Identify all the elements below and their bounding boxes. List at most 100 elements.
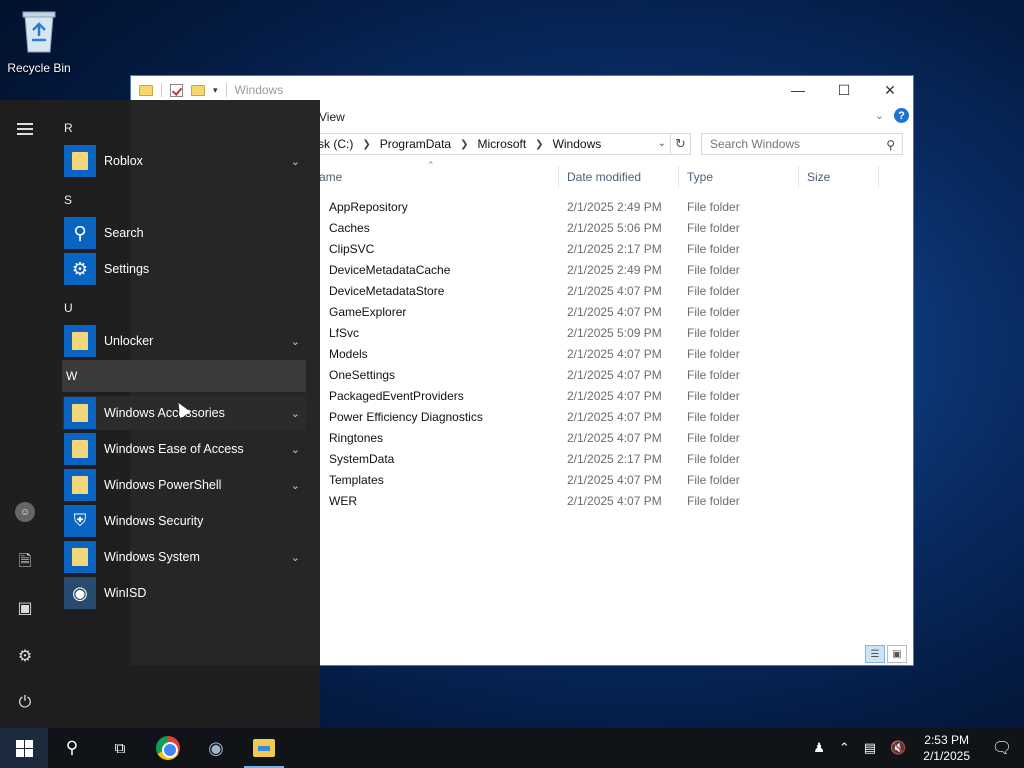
- cell-type: File folder: [687, 325, 740, 340]
- windows-logo-icon: [15, 739, 33, 757]
- cell-date: 2/1/2025 4:07 PM: [567, 388, 662, 403]
- task-view-button[interactable]: ⧉: [96, 728, 144, 768]
- column-header-date[interactable]: Date modified: [559, 166, 679, 188]
- file-explorer-icon: [253, 739, 275, 757]
- volume-muted-icon[interactable]: 🔇: [883, 740, 913, 756]
- document-icon: 🗎: [18, 553, 32, 570]
- app-windows-ease-of-access[interactable]: Windows Ease of Access ⌄: [62, 432, 306, 466]
- maximize-button[interactable]: ☐: [821, 76, 867, 104]
- chevron-down-icon: ⌄: [290, 479, 300, 492]
- cell-name: AppRepository: [329, 199, 408, 214]
- app-windows-security[interactable]: ⛨ Windows Security: [62, 504, 306, 538]
- properties-icon[interactable]: [170, 83, 183, 97]
- close-button[interactable]: ✕: [867, 76, 913, 104]
- cell-name: OneSettings: [329, 367, 396, 382]
- table-row[interactable]: PackagedEventProviders 2/1/2025 4:07 PM Fi…: [311, 385, 799, 406]
- help-icon[interactable]: ?: [894, 108, 909, 123]
- tab-view[interactable]: View: [319, 110, 345, 124]
- expand-ribbon-icon[interactable]: ⌄: [875, 109, 884, 122]
- app-windows-powershell[interactable]: Windows PowerShell ⌄: [62, 468, 306, 502]
- cell-date: 2/1/2025 4:07 PM: [567, 283, 662, 298]
- table-row[interactable]: AppRepository 2/1/2025 2:49 PM File folder: [311, 196, 799, 217]
- show-hidden-icons-chevron-icon[interactable]: ⌃: [832, 740, 857, 756]
- table-row[interactable]: Models 2/1/2025 4:07 PM File folder: [311, 343, 799, 364]
- winisd-taskbar-button[interactable]: ◉: [192, 728, 240, 768]
- settings-button[interactable]: ⚙: [0, 646, 50, 666]
- notification-icon: 🗨: [991, 740, 1013, 757]
- new-folder-icon[interactable]: [191, 84, 205, 96]
- breadcrumb-separator-icon[interactable]: ❯: [362, 139, 370, 150]
- file-explorer-taskbar-button[interactable]: [240, 728, 288, 768]
- table-row[interactable]: SystemData 2/1/2025 2:17 PM File folder: [311, 448, 799, 469]
- network-icon[interactable]: ▤: [857, 740, 883, 756]
- table-row[interactable]: Ringtones 2/1/2025 4:07 PM File folder: [311, 427, 799, 448]
- cell-name: Caches: [329, 220, 370, 235]
- letter-header-r[interactable]: R: [64, 121, 73, 135]
- expand-menu-button[interactable]: [0, 122, 50, 136]
- address-bar[interactable]: sk (C:) ❯ ProgramData ❯ Microsoft ❯ Windows…: [311, 133, 671, 155]
- column-header-type[interactable]: Type: [679, 166, 799, 188]
- large-icons-view-icon[interactable]: ▣: [887, 645, 907, 663]
- recycle-bin-shortcut[interactable]: Recycle Bin: [4, 6, 74, 75]
- column-header-size[interactable]: Size: [799, 166, 879, 188]
- refresh-button[interactable]: ↻: [671, 133, 691, 155]
- pictures-button[interactable]: ▣: [0, 598, 50, 618]
- app-settings[interactable]: ⚙ Settings: [62, 252, 306, 286]
- minimize-button[interactable]: —: [775, 76, 821, 104]
- breadcrumb-programdata[interactable]: ProgramData ❯: [380, 137, 478, 151]
- cell-name: Templates: [329, 472, 384, 487]
- table-row[interactable]: DeviceMetadataStore 2/1/2025 4:07 PM File …: [311, 280, 799, 301]
- table-row[interactable]: ClipSVC 2/1/2025 2:17 PM File folder: [311, 238, 799, 259]
- app-windows-system[interactable]: Windows System ⌄: [62, 540, 306, 574]
- search-box[interactable]: Search Windows ⚲: [701, 133, 903, 155]
- gear-icon: ⚙: [64, 253, 96, 285]
- letter-header-w[interactable]: W: [62, 360, 306, 392]
- power-button[interactable]: ⏻: [0, 694, 50, 712]
- action-center-button[interactable]: 🗨: [980, 738, 1024, 758]
- start-button[interactable]: [0, 728, 48, 768]
- clock[interactable]: 2:53 PM 2/1/2025: [913, 732, 980, 764]
- recycle-bin-label: Recycle Bin: [7, 61, 71, 75]
- breadcrumb-drive[interactable]: sk (C:) ❯: [318, 137, 380, 151]
- cell-date: 2/1/2025 2:49 PM: [567, 199, 662, 214]
- app-search[interactable]: ⚲ Search: [62, 216, 306, 250]
- table-row[interactable]: DeviceMetadataCache 2/1/2025 2:49 PM File …: [311, 259, 799, 280]
- customize-toolbar-icon[interactable]: ▾: [213, 85, 218, 96]
- details-view-icon[interactable]: ☰: [865, 645, 885, 663]
- cell-name: Power Efficiency Diagnostics: [329, 409, 483, 424]
- address-history-dropdown-icon[interactable]: ⌄: [658, 138, 666, 149]
- folder-icon: [64, 325, 96, 357]
- chrome-taskbar-button[interactable]: [144, 728, 192, 768]
- column-headers: ame Date modified Type Size: [311, 166, 911, 188]
- breadcrumb-windows[interactable]: Windows: [553, 137, 602, 151]
- search-input[interactable]: Search Windows: [710, 137, 800, 151]
- start-menu: ☺ 🗎 ▣ ⚙ ⏻ R Roblox ⌄ S ⚲ Search ⚙ Settin…: [0, 100, 320, 728]
- column-header-name[interactable]: ame: [311, 166, 559, 188]
- search-button[interactable]: ⚲: [48, 728, 96, 768]
- account-button[interactable]: ☺: [0, 502, 50, 522]
- app-winisd[interactable]: ◉ WinISD: [62, 576, 306, 610]
- people-icon[interactable]: ♟: [806, 740, 832, 756]
- app-roblox[interactable]: Roblox ⌄: [62, 144, 306, 178]
- cell-name: Ringtones: [329, 430, 384, 445]
- breadcrumb-microsoft[interactable]: Microsoft ❯: [477, 137, 552, 151]
- table-row[interactable]: OneSettings 2/1/2025 4:07 PM File folder: [311, 364, 799, 385]
- cell-date: 2/1/2025 4:07 PM: [567, 346, 662, 361]
- window-title: Windows: [234, 83, 284, 97]
- cell-date: 2/1/2025 4:07 PM: [567, 367, 662, 382]
- letter-header-u[interactable]: U: [64, 301, 73, 315]
- cell-date: 2/1/2025 2:17 PM: [567, 451, 662, 466]
- folder-icon: [64, 541, 96, 573]
- table-row[interactable]: Power Efficiency Diagnostics 2/1/2025 4:0…: [311, 406, 799, 427]
- breadcrumb-separator-icon[interactable]: ❯: [460, 139, 468, 150]
- table-row[interactable]: WER 2/1/2025 4:07 PM File folder: [311, 490, 799, 511]
- breadcrumb-separator-icon[interactable]: ❯: [535, 139, 543, 150]
- letter-header-s[interactable]: S: [64, 193, 72, 207]
- cell-name: WER: [329, 493, 357, 508]
- table-row[interactable]: GameExplorer 2/1/2025 4:07 PM File folder: [311, 301, 799, 322]
- table-row[interactable]: Templates 2/1/2025 4:07 PM File folder: [311, 469, 799, 490]
- documents-button[interactable]: 🗎: [0, 550, 50, 577]
- table-row[interactable]: LfSvc 2/1/2025 5:09 PM File folder: [311, 322, 799, 343]
- table-row[interactable]: Caches 2/1/2025 5:06 PM File folder: [311, 217, 799, 238]
- app-unlocker[interactable]: Unlocker ⌄: [62, 324, 306, 358]
